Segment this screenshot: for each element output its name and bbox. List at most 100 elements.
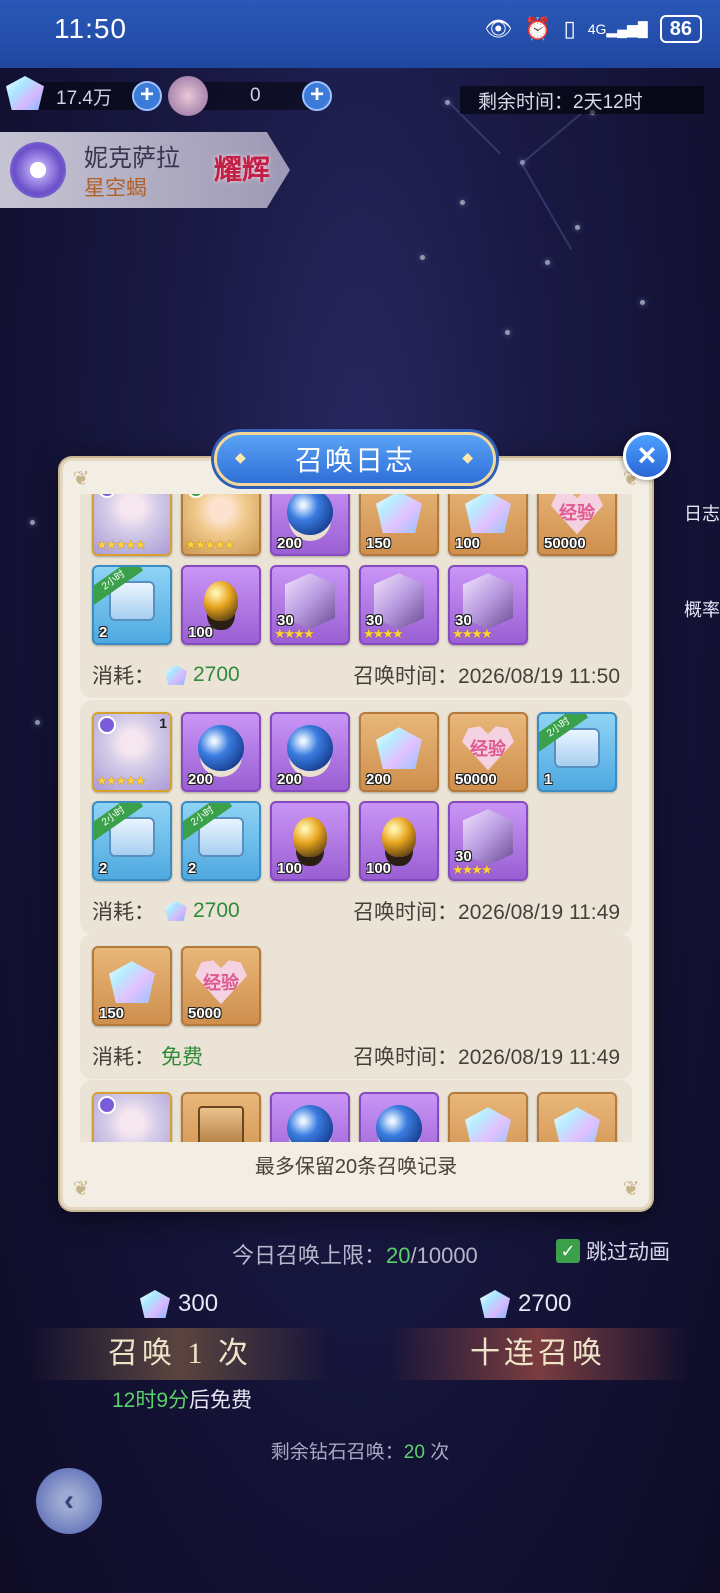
cost-label: 消耗： — [92, 665, 155, 688]
alarm-icon: ⏰ — [524, 16, 552, 41]
add-tickets-button[interactable]: + — [302, 81, 332, 111]
ticket-icon — [168, 76, 208, 116]
orb-icon — [287, 1105, 333, 1142]
reward-item-heart[interactable]: 经验 50000 — [537, 494, 617, 556]
star-rating: ★★★★★ — [185, 537, 235, 552]
add-gems-button[interactable]: + — [132, 81, 162, 111]
gem-icon — [140, 1290, 170, 1318]
reward-item-gem[interactable]: 150 — [359, 494, 439, 556]
gem-icon — [165, 901, 187, 921]
item-quantity: 5000 — [188, 1005, 222, 1022]
corner-ornament: ❦ — [622, 1178, 640, 1200]
signal-icon: 4G▂▄▆█ — [587, 20, 648, 37]
gem-icon — [109, 961, 155, 1004]
item-quantity: 30 — [455, 848, 472, 865]
side-button-log[interactable]: 日志 — [676, 500, 720, 526]
single-summon-price: 300 — [140, 1290, 218, 1318]
item-quantity: 150 — [366, 535, 392, 552]
reward-item-egg[interactable]: 100 — [270, 801, 350, 881]
reward-item-heart[interactable]: 经验 50000 — [448, 712, 528, 792]
hero-rarity-tag: 耀辉 — [214, 154, 271, 185]
reward-item-orb[interactable]: 200 — [181, 712, 261, 792]
record-footer: 消耗： 免费 召唤时间：2026/08/19 11:49 — [92, 1041, 620, 1071]
timer-label: 剩余时间： — [478, 91, 574, 113]
daily-limit-label: 今日召唤上限： — [232, 1243, 387, 1268]
orb-icon — [376, 1105, 422, 1142]
reward-item-box[interactable] — [181, 1092, 261, 1142]
item-quantity: 200 — [366, 771, 392, 788]
reward-item-orb[interactable]: 200 — [270, 494, 350, 556]
item-quantity: 30 — [277, 612, 294, 629]
faction-badge-icon — [98, 1096, 116, 1114]
skip-animation-toggle[interactable]: ✓ 跳过动画 — [556, 1236, 670, 1266]
item-quantity: 30 — [455, 612, 472, 629]
gem-icon — [165, 665, 187, 685]
ten-cost-value: 2700 — [518, 1290, 572, 1317]
star-rating: ★★★★★ — [96, 773, 146, 788]
reward-item-hero-portrait-2[interactable]: 1 ★★★★★ — [181, 494, 261, 556]
featured-hero-panel[interactable]: 妮克萨拉 星空蝎 耀辉 — [0, 132, 290, 208]
star-rating: ★★★★★ — [96, 537, 146, 552]
reward-item-orb[interactable]: 200 — [270, 712, 350, 792]
reward-item-crystal[interactable]: ★★★★ 30 — [448, 565, 528, 645]
cost-value: 2700 — [193, 899, 240, 922]
vibrate-icon: ▯ — [563, 16, 576, 41]
reward-item-hero-portrait[interactable]: 1 ★★★★★ — [92, 712, 172, 792]
item-quantity: 100 — [455, 535, 481, 552]
status-icons: 👁 ⏰ ▯ 4G▂▄▆█ 86 — [484, 15, 702, 43]
timer-value: 2天12时 — [573, 91, 643, 113]
event-timer: 剩余时间： 2天12时 — [460, 86, 704, 114]
remaining-diamond-summons: 剩余钻石召唤：20 次 — [0, 1437, 720, 1464]
egg-icon — [204, 581, 238, 622]
egg-icon — [382, 817, 416, 858]
corner-ornament: ❦ — [72, 1178, 90, 1200]
reward-item-hero-portrait[interactable]: 1 ★★★★★ — [92, 494, 172, 556]
reward-item-crystal[interactable]: ★★★★ 30 — [359, 565, 439, 645]
summon-record: 150 经验 5000 消耗： 免费 召唤时间：2026/08/19 11:49 — [80, 934, 632, 1079]
reward-item-gem[interactable]: 100 — [448, 494, 528, 556]
reward-item-orb[interactable] — [359, 1092, 439, 1142]
summon-time: 召唤时间：2026/08/19 11:50 — [353, 665, 620, 688]
reward-item-chest[interactable]: 2小时 1 — [537, 712, 617, 792]
reward-item-orb[interactable] — [270, 1092, 350, 1142]
reward-item-gem[interactable] — [448, 1092, 528, 1142]
free-timer-suffix: 后免费 — [189, 1389, 253, 1412]
log-retention-note: 最多保留20条召唤记录 — [254, 1156, 458, 1178]
checkbox-checked-icon[interactable]: ✓ — [556, 1239, 580, 1263]
heart-icon: 经验 — [551, 494, 603, 535]
reward-item-gem[interactable] — [537, 1092, 617, 1142]
egg-icon — [293, 817, 327, 858]
cost-label: 消耗： — [92, 901, 155, 924]
modal-title: 召唤日志 — [214, 432, 496, 486]
back-button[interactable]: ‹ — [36, 1468, 102, 1534]
reward-item-hero-portrait[interactable] — [92, 1092, 172, 1142]
summon-log-list[interactable]: 1★★★★★1★★★★★200150100经验500002小时2100★★★★3… — [80, 494, 632, 1142]
skip-animation-label: 跳过动画 — [586, 1241, 670, 1264]
item-quantity: 100 — [277, 860, 303, 877]
reward-item-chest[interactable]: 2小时 2 — [181, 801, 261, 881]
reward-item-crystal[interactable]: ★★★★ 30 — [270, 565, 350, 645]
reward-item-egg[interactable]: 100 — [181, 565, 261, 645]
gem-count: 17.4万 — [56, 87, 112, 109]
reward-item-chest[interactable]: 2小时 2 — [92, 801, 172, 881]
item-quantity: 1 — [544, 771, 553, 788]
reward-item-gem[interactable]: 200 — [359, 712, 439, 792]
close-button[interactable]: × — [623, 432, 671, 480]
summon-once-button[interactable]: 召唤 1 次 — [30, 1328, 330, 1380]
battery-icon: 86 — [659, 15, 702, 43]
item-quantity: 200 — [188, 771, 214, 788]
reward-item-crystal[interactable]: ★★★★ 30 — [448, 801, 528, 881]
status-time: 11:50 — [54, 13, 127, 44]
reward-item-chest[interactable]: 2小时 2 — [92, 565, 172, 645]
item-quantity: 30 — [366, 612, 383, 629]
reward-item-egg[interactable]: 100 — [359, 801, 439, 881]
reward-item-gem[interactable]: 150 — [92, 946, 172, 1026]
cost-label: 消耗： — [92, 1046, 155, 1069]
cost-value: 2700 — [193, 663, 240, 686]
summon-ten-button[interactable]: 十连召唤 — [388, 1328, 688, 1380]
side-button-rate[interactable]: 概率 — [676, 596, 720, 622]
reward-item-heart[interactable]: 经验 5000 — [181, 946, 261, 1026]
remain-prefix: 剩余钻石召唤： — [270, 1442, 404, 1463]
hero-title: 星空蝎 — [84, 177, 147, 200]
summon-record: 1 ★★★★★ 1 ★★★★★ 200 150 100 经验50000 2小时2 100 ★★★★3… — [80, 494, 632, 698]
